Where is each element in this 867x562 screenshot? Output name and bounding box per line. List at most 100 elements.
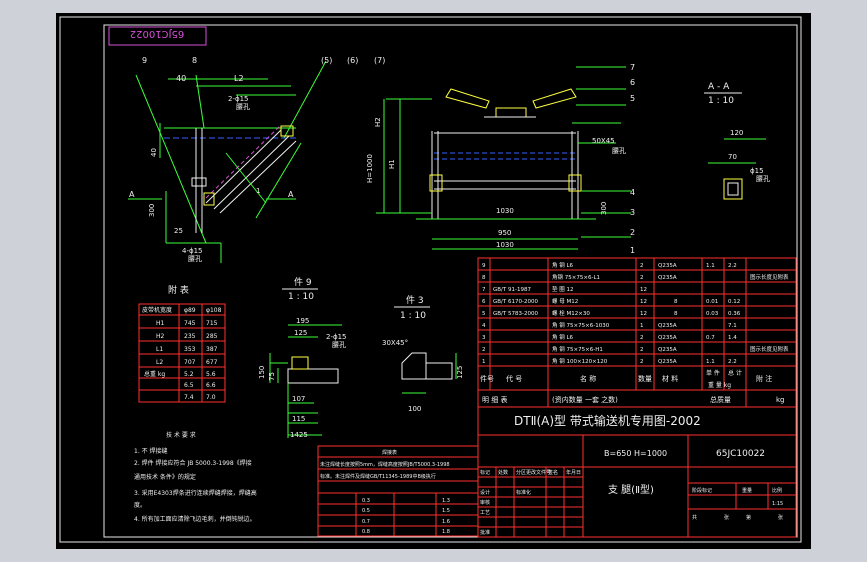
- svg-text:张: 张: [724, 514, 729, 521]
- svg-text:6: 6: [482, 299, 486, 305]
- svg-text:0.3: 0.3: [362, 498, 370, 504]
- svg-text:745: 745: [184, 320, 196, 327]
- svg-text:2: 2: [640, 335, 644, 341]
- svg-text:300: 300: [600, 202, 608, 215]
- svg-text:6: 6: [630, 78, 635, 87]
- front-view: [376, 66, 631, 250]
- svg-text:8: 8: [192, 56, 197, 65]
- svg-text:标准。未注焊件及焊缝GB/T11345-1989中B级执行: 标准。未注焊件及焊缝GB/T11345-1989中B级执行: [320, 473, 436, 480]
- svg-text:1: 1: [630, 246, 635, 255]
- svg-text:批准: 批准: [480, 529, 490, 536]
- svg-text:2: 2: [482, 347, 486, 353]
- svg-text:715: 715: [206, 320, 218, 327]
- svg-text:件 9: 件 9: [294, 276, 312, 288]
- svg-text:(7): (7): [374, 56, 385, 65]
- svg-text:8: 8: [674, 299, 678, 305]
- svg-text:5: 5: [482, 311, 486, 317]
- cad-viewport[interactable]: 65JC10022 9 8 40 L2 (5) (6) (7) 2-ϕ15 腰孔…: [56, 13, 811, 549]
- svg-text:共: 共: [692, 514, 697, 521]
- svg-text:50X45: 50X45: [592, 137, 615, 145]
- part-name: 支 腿(Ⅱ型): [608, 483, 654, 496]
- svg-text:2-ϕ15: 2-ϕ15: [228, 95, 249, 103]
- svg-text:30X45°: 30X45°: [382, 339, 408, 347]
- svg-text:未注焊缝长度按照5mm，焊缝高度按照JB/T5000.3-1: 未注焊缝长度按照5mm，焊缝高度按照JB/T5000.3-1998: [320, 461, 450, 468]
- svg-text:107: 107: [292, 395, 305, 403]
- svg-text:12: 12: [640, 311, 647, 317]
- svg-text:腰孔: 腰孔: [756, 175, 770, 183]
- svg-text:Q235A: Q235A: [658, 347, 677, 353]
- svg-text:1.5: 1.5: [442, 508, 450, 514]
- svg-text:(5): (5): [321, 56, 332, 65]
- svg-text:张: 张: [778, 514, 783, 521]
- svg-text:4. 所有加工面应清除飞边毛刺，并倒钝锐边。: 4. 所有加工面应清除飞边毛刺，并倒钝锐边。: [134, 515, 256, 523]
- svg-text:40: 40: [150, 148, 158, 157]
- svg-text:第: 第: [746, 514, 751, 521]
- svg-text:5.2: 5.2: [184, 371, 194, 378]
- svg-text:签名: 签名: [548, 469, 558, 476]
- svg-text:1.1: 1.1: [706, 359, 715, 365]
- svg-text:115: 115: [292, 415, 305, 423]
- svg-text:图示长度见附表: 图示长度见附表: [750, 273, 789, 281]
- svg-text:12: 12: [640, 299, 647, 305]
- svg-text:1: 1: [256, 187, 260, 195]
- svg-text:分区: 分区: [516, 469, 526, 476]
- tech-notes: 技 术 要 求 1. 不 焊接缝 2. 焊件 焊接应符合 JB 5000.3-1…: [134, 431, 257, 523]
- svg-text:150: 150: [258, 366, 266, 379]
- svg-text:角钢 75×75×6-L1: 角钢 75×75×6-L1: [552, 273, 600, 281]
- svg-text:附 表: 附 表: [168, 284, 189, 296]
- svg-text:H=1000: H=1000: [366, 154, 374, 183]
- svg-text:处数: 处数: [498, 469, 508, 476]
- svg-text:2.2: 2.2: [728, 263, 737, 269]
- svg-text:5.6: 5.6: [206, 371, 216, 378]
- svg-text:125: 125: [294, 329, 307, 337]
- section-aa: A - A 1 : 10 120 70 ϕ15 腰孔: [704, 82, 770, 200]
- svg-text:3. 采用E4303焊条进行连续焊缝焊接，焊缝高: 3. 采用E4303焊条进行连续焊缝焊接，焊缝高: [134, 489, 257, 497]
- svg-text:1.4: 1.4: [728, 335, 737, 341]
- svg-text:A: A: [129, 190, 135, 199]
- svg-text:285: 285: [206, 333, 218, 340]
- main-view: [128, 60, 327, 263]
- svg-text:螺 母 M12: 螺 母 M12: [552, 297, 578, 305]
- svg-text:7.4: 7.4: [184, 394, 194, 401]
- svg-text:年月日: 年月日: [566, 469, 581, 476]
- svg-text:6.6: 6.6: [206, 382, 216, 389]
- svg-text:125: 125: [456, 366, 464, 379]
- svg-text:1.1: 1.1: [706, 263, 715, 269]
- svg-text:2.2: 2.2: [728, 359, 737, 365]
- svg-text:195: 195: [296, 317, 309, 325]
- svg-text:总 计: 总 计: [728, 369, 742, 377]
- weld-table: [317, 445, 479, 537]
- svg-text:角 钢 L6: 角 钢 L6: [552, 333, 574, 341]
- svg-text:7: 7: [630, 63, 635, 72]
- svg-text:垫 圈 12: 垫 圈 12: [552, 285, 574, 293]
- svg-text:5: 5: [630, 94, 635, 103]
- svg-text:1 : 10: 1 : 10: [708, 96, 734, 106]
- svg-text:L2: L2: [156, 359, 163, 366]
- svg-text:L1: L1: [156, 346, 163, 353]
- svg-text:707: 707: [184, 359, 196, 366]
- drawing-title: DTⅡ(A)型 带式输送机专用图-2002: [514, 413, 701, 428]
- svg-text:1.8: 1.8: [442, 529, 450, 535]
- svg-text:0.36: 0.36: [728, 311, 741, 317]
- svg-text:0.7: 0.7: [706, 335, 715, 341]
- svg-text:4-ϕ15: 4-ϕ15: [182, 247, 203, 255]
- svg-text:75: 75: [268, 372, 276, 381]
- svg-text:A: A: [288, 190, 294, 199]
- svg-text:2. 焊件 焊接应符合 JB 5000.3-1998《焊接: 2. 焊件 焊接应符合 JB 5000.3-1998《焊接: [134, 459, 252, 467]
- svg-text:焊接表: 焊接表: [382, 449, 397, 456]
- svg-text:677: 677: [206, 359, 218, 366]
- svg-text:3: 3: [630, 208, 635, 217]
- svg-text:8: 8: [674, 311, 678, 317]
- svg-text:Q235A: Q235A: [658, 275, 677, 281]
- svg-text:螺 栓 M12×30: 螺 栓 M12×30: [552, 309, 590, 317]
- svg-text:(6): (6): [347, 56, 358, 65]
- svg-text:0.01: 0.01: [706, 299, 718, 305]
- svg-text:40: 40: [176, 74, 186, 83]
- drawing-canvas: 65JC10022 9 8 40 L2 (5) (6) (7) 2-ϕ15 腰孔…: [59, 16, 802, 543]
- svg-text:1.6: 1.6: [442, 519, 450, 525]
- title-block-text: DTⅡ(A)型 带式输送机专用图-2002 B=650 H=1000 65JC1…: [480, 413, 783, 536]
- svg-text:GB/T 91-1987: GB/T 91-1987: [493, 287, 531, 293]
- svg-text:7.1: 7.1: [728, 323, 737, 329]
- svg-text:技 术 要 求: 技 术 要 求: [166, 431, 196, 439]
- svg-text:(资内数量 一套 之数): (资内数量 一套 之数): [552, 395, 618, 404]
